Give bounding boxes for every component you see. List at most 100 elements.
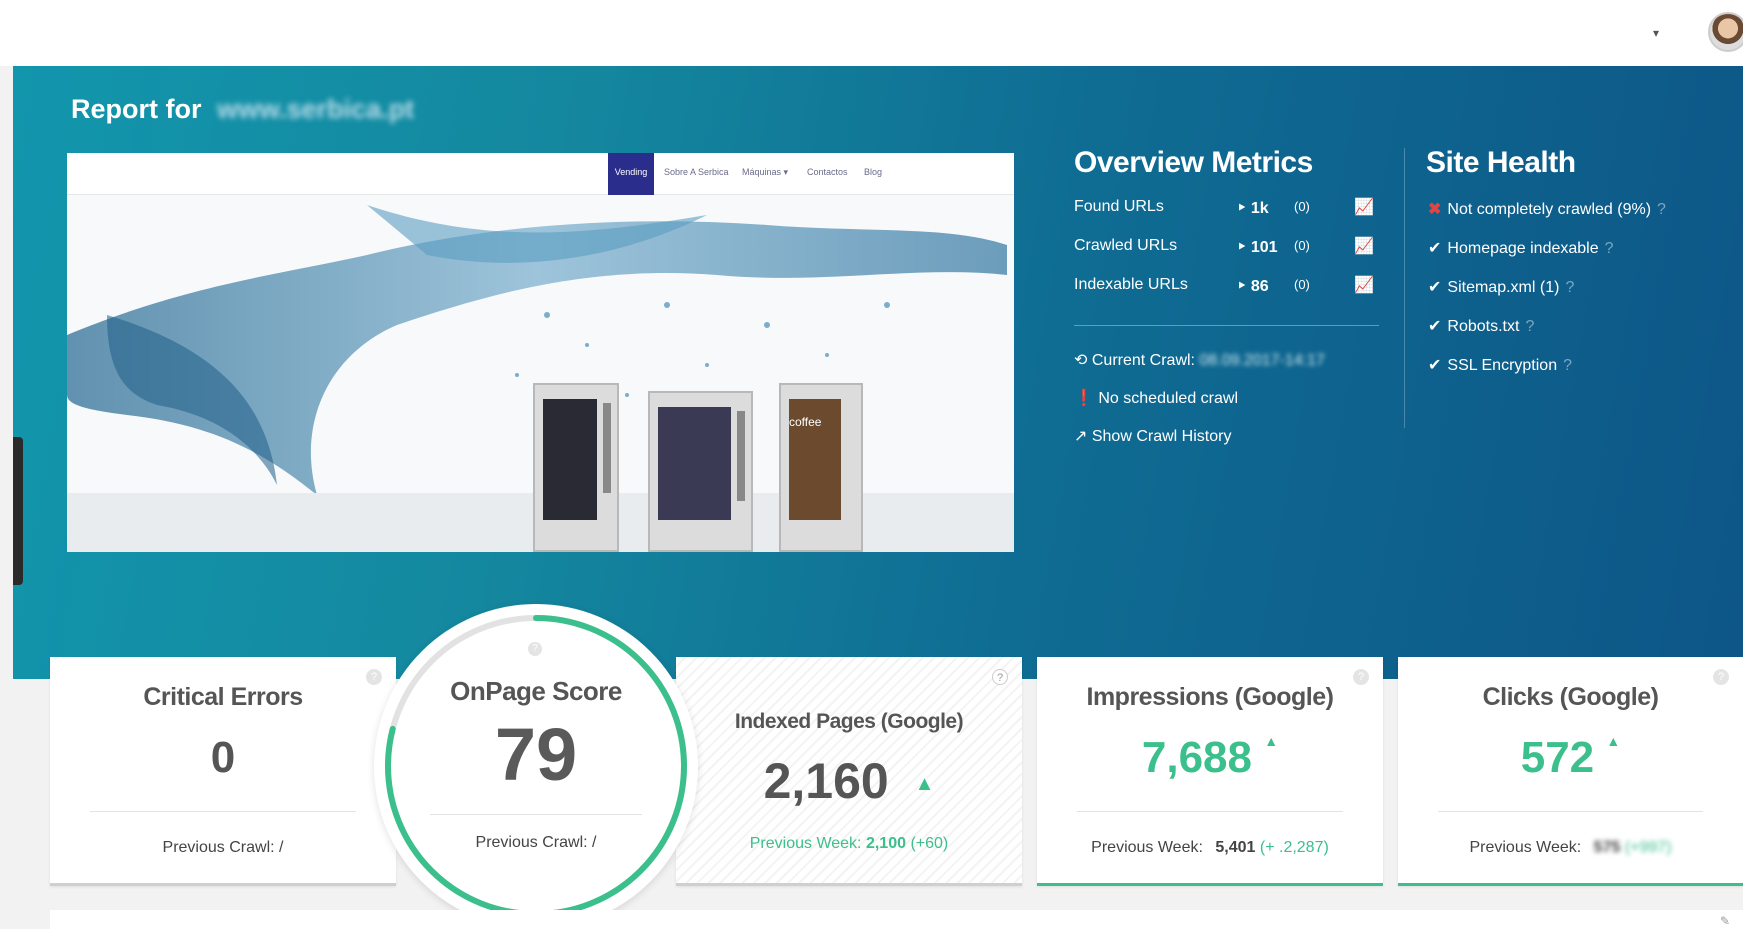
help-icon[interactable]: ?	[1563, 357, 1572, 374]
site-health-title: Site Health	[1426, 146, 1576, 179]
metric-value[interactable]: ‣ 101	[1237, 237, 1278, 257]
metric-value[interactable]: ‣ 1k	[1237, 198, 1269, 218]
preview-nav-about: Sobre A Serbica	[664, 167, 729, 177]
help-icon[interactable]: ?	[1525, 318, 1534, 335]
card-impressions[interactable]: ? Impressions (Google) 7,688 ▲ Previous …	[1037, 657, 1383, 886]
card-footer-value: 5,401	[1215, 839, 1256, 856]
card-value: 0	[210, 733, 236, 782]
report-domain[interactable]: www.serbica.pt	[217, 94, 414, 124]
card-footer: Previous Crawl: /	[162, 839, 284, 856]
card-value: 2,160	[763, 753, 889, 809]
current-crawl: ⟲ Current Crawl: 08.09.2017-14:17	[1074, 350, 1325, 370]
chart-line-icon[interactable]: 📈	[1354, 197, 1374, 217]
metric-label: Crawled URLs	[1074, 237, 1178, 254]
health-label: Sitemap.xml (1)	[1447, 279, 1560, 296]
card-value: 7,688	[1141, 733, 1252, 782]
score-value: 79	[494, 713, 578, 796]
card-title: Impressions (Google)	[1086, 683, 1334, 711]
card-value-wrap: 2,160 ▲	[676, 752, 1022, 810]
card-footer-delta: (+997)	[1624, 839, 1672, 856]
card-value-wrap: 572 ▲	[1398, 733, 1743, 783]
help-icon[interactable]: ?	[1605, 240, 1614, 257]
card-footer-delta: (+ .2,287)	[1259, 839, 1329, 856]
coffee-label: coffee	[789, 415, 822, 429]
side-drawer-handle[interactable]	[13, 437, 23, 585]
card-footer: Previous Week: 575 (+997)	[1398, 839, 1743, 857]
vending-machine-drinks	[648, 391, 753, 552]
trend-up-icon: ▲	[1264, 733, 1279, 749]
website-preview[interactable]: Vending Sobre A Serbica Máquinas ▾ Conta…	[67, 153, 1014, 552]
metric-found-urls: Found URLs ‣ 1k (0) 📈	[1074, 198, 1374, 222]
onpage-score-gauge[interactable]: ? OnPage Score 79 Previous Crawl: /	[374, 604, 698, 929]
health-item-homepage: ✔ Homepage indexable?	[1428, 238, 1614, 258]
metric-delta: (0)	[1294, 199, 1310, 214]
check-icon: ✔	[1428, 357, 1442, 374]
metric-label: Found URLs	[1074, 198, 1164, 215]
card-footer-value: 575	[1593, 839, 1621, 856]
card-indexed-pages[interactable]: ? Indexed Pages (Google) 2,160 ▲ Previou…	[676, 657, 1022, 886]
preview-navbar: Vending Sobre A Serbica Máquinas ▾ Conta…	[67, 153, 1014, 195]
health-item-sitemap: ✔ Sitemap.xml (1)?	[1428, 277, 1574, 297]
history-icon: ⟲	[1074, 352, 1088, 369]
card-separator	[90, 811, 356, 812]
card-clicks[interactable]: ? Clicks (Google) 572 ▲ Previous Week: 5…	[1398, 657, 1743, 886]
metric-crawled-urls: Crawled URLs ‣ 101 (0) 📈	[1074, 237, 1374, 261]
info-icon: ❗	[1074, 390, 1094, 407]
show-crawl-history-link[interactable]: ↗ Show Crawl History	[1074, 426, 1231, 446]
overview-metrics-title: Overview Metrics	[1074, 146, 1313, 179]
report-title-label: Report for	[71, 94, 202, 124]
preview-nav-vending: Vending	[608, 153, 654, 195]
chart-line-icon[interactable]: 📈	[1354, 275, 1374, 295]
vending-machine-snack	[533, 383, 619, 552]
help-icon[interactable]: ?	[992, 669, 1008, 685]
report-title: Report for www.serbica.pt	[71, 94, 414, 125]
next-section-panel	[50, 910, 1743, 929]
help-icon[interactable]: ?	[528, 642, 542, 656]
score-title: OnPage Score	[450, 676, 622, 706]
card-title: Indexed Pages (Google)	[734, 710, 964, 733]
health-item-robots: ✔ Robots.txt?	[1428, 316, 1534, 336]
health-label: Not completely crawled (9%)	[1447, 201, 1652, 218]
card-value: 572	[1520, 733, 1595, 782]
score-separator	[430, 814, 642, 815]
card-separator	[1438, 811, 1703, 812]
card-value-wrap: 7,688 ▲	[1037, 733, 1383, 783]
check-icon: ✔	[1428, 279, 1442, 296]
metric-value[interactable]: ‣ 86	[1237, 276, 1269, 296]
chart-line-icon[interactable]: 📈	[1354, 236, 1374, 256]
no-scheduled-crawl-text: No scheduled crawl	[1098, 390, 1238, 407]
show-crawl-history-text[interactable]: Show Crawl History	[1092, 428, 1232, 445]
card-footer-label: Previous Week:	[1091, 839, 1203, 856]
trend-up-icon: ▲	[1606, 733, 1621, 749]
health-label: Robots.txt	[1447, 318, 1520, 335]
check-icon: ✔	[1428, 240, 1442, 257]
metric-delta: (0)	[1294, 277, 1310, 292]
pin-icon[interactable]: ✎	[1720, 914, 1730, 928]
help-icon[interactable]: ?	[1565, 279, 1574, 296]
preview-nav-machines: Máquinas ▾	[742, 167, 789, 177]
card-footer-delta: (+60)	[910, 835, 949, 852]
top-bar: ▾	[0, 0, 1743, 66]
current-crawl-value: 08.09.2017-14:17	[1199, 352, 1325, 369]
overview-divider	[1074, 325, 1379, 326]
preview-nav-contacts: Contactos	[807, 167, 848, 177]
card-critical-errors[interactable]: ? Critical Errors 0 Previous Crawl: /	[50, 657, 396, 886]
account-menu-caret-icon[interactable]: ▾	[1653, 26, 1659, 40]
check-icon: ✔	[1428, 318, 1442, 335]
vending-machine-coffee: coffee	[779, 383, 863, 552]
card-footer-label: Previous Week:	[1469, 839, 1582, 856]
column-divider	[1404, 148, 1405, 428]
metric-indexable-urls: Indexable URLs ‣ 86 (0) 📈	[1074, 276, 1374, 300]
metric-label: Indexable URLs	[1074, 276, 1188, 293]
card-footer: Previous Week: 2,100 (+60)	[676, 835, 1022, 853]
preview-nav-blog: Blog	[864, 167, 883, 177]
health-label: SSL Encryption	[1447, 357, 1558, 374]
card-footer: Previous Week: 5,401 (+ .2,287)	[1037, 839, 1383, 857]
card-separator	[1077, 811, 1343, 812]
user-avatar[interactable]	[1708, 12, 1743, 52]
help-icon[interactable]: ?	[1657, 201, 1666, 218]
external-link-icon: ↗	[1074, 428, 1088, 445]
health-item-ssl: ✔ SSL Encryption?	[1428, 355, 1572, 375]
trend-up-icon: ▲	[914, 773, 935, 796]
score-footer: Previous Crawl: /	[475, 834, 597, 851]
